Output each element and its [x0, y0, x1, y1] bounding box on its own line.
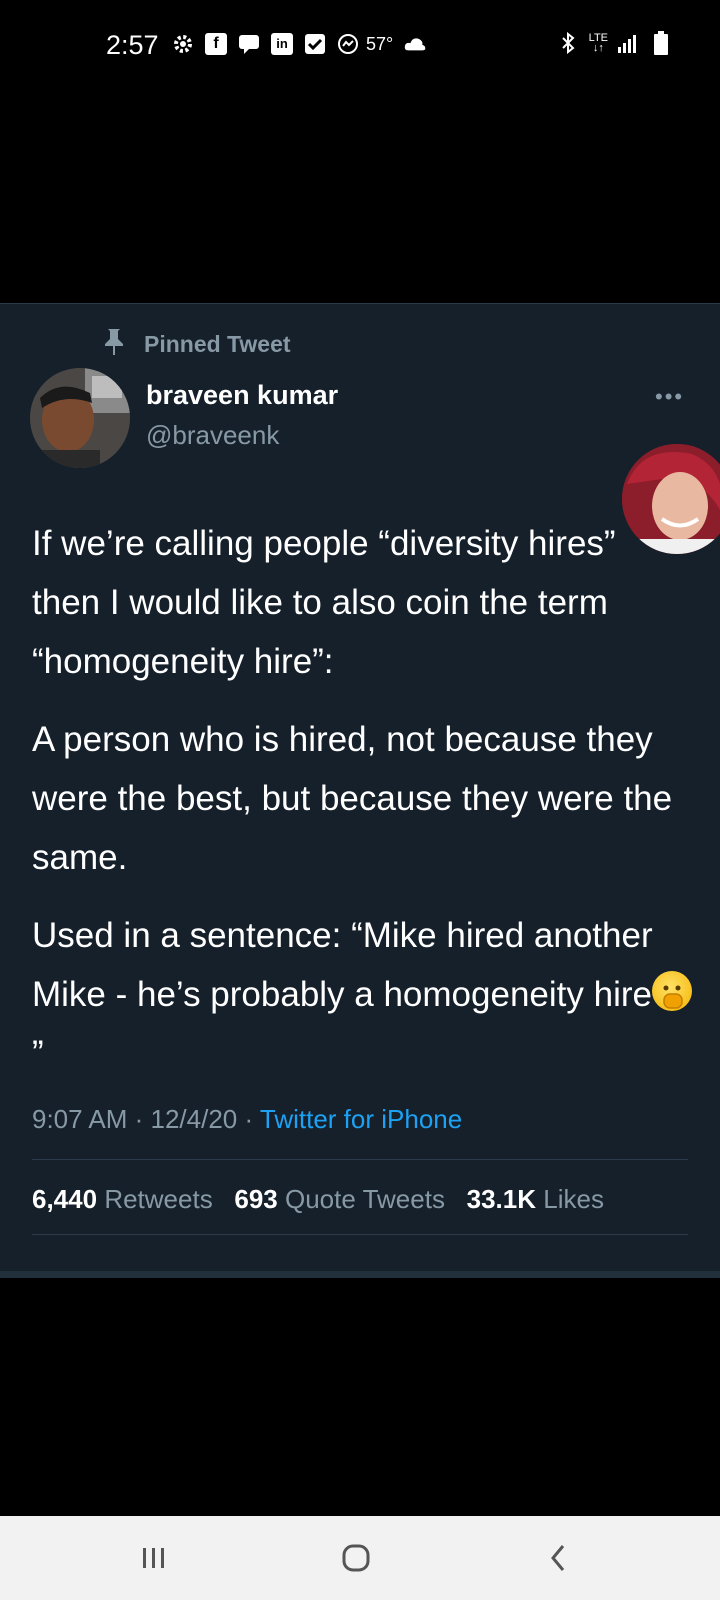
tweet-paragraph: A person who is hired, not because they … [32, 720, 673, 877]
more-options-icon[interactable]: ••• [655, 384, 695, 409]
checkbox-icon [304, 33, 326, 55]
signal-icon [618, 32, 640, 54]
temperature: 57° [366, 33, 394, 54]
action-bar-edge [0, 1271, 720, 1278]
tweet-card[interactable]: Pinned Tweet braveen kumar @braveenk •••… [0, 303, 720, 1278]
face-with-hand-over-mouth-emoji [651, 971, 692, 1011]
pin-icon [104, 328, 124, 361]
network-type: LTE ↓↑ [588, 32, 608, 54]
linkedin-icon: in [271, 33, 293, 55]
tweet-paragraph: If we’re calling people “diversity hires… [32, 524, 616, 681]
back-button[interactable] [538, 1538, 578, 1578]
messenger-chat-icon [238, 33, 260, 55]
tweet-meta: 9:07 AM · 12/4/20 · Twitter for iPhone [32, 1104, 462, 1135]
home-button[interactable] [336, 1538, 376, 1578]
recent-apps-button[interactable] [134, 1538, 174, 1578]
bluetooth-icon [557, 32, 579, 54]
engagement-stats: 6,440 Retweets 693 Quote Tweets 33.1K Li… [32, 1184, 604, 1215]
system-nav-bar [0, 1516, 720, 1600]
cloud-icon [404, 33, 426, 55]
notification-icons: f in 57° [172, 33, 426, 55]
pinned-indicator: Pinned Tweet [104, 328, 291, 361]
gear-icon [172, 33, 194, 55]
author-avatar[interactable] [30, 368, 130, 468]
likes-stat[interactable]: 33.1K Likes [467, 1184, 604, 1214]
messenger-icon [337, 33, 359, 55]
battery-icon [650, 31, 672, 55]
tweet-paragraph: Used in a sentence: “Mike hired another … [32, 906, 692, 1083]
divider [32, 1159, 688, 1160]
tweet-source-link[interactable]: Twitter for iPhone [260, 1104, 462, 1134]
retweets-stat[interactable]: 6,440 Retweets [32, 1184, 213, 1214]
author-name[interactable]: braveen kumar [146, 380, 338, 411]
author-handle[interactable]: @braveenk [146, 420, 279, 451]
quote-tweets-stat[interactable]: 693 Quote Tweets [234, 1184, 445, 1214]
status-bar: 2:57 f in 57° LTE ↓↑ [0, 0, 720, 92]
pinned-label: Pinned Tweet [144, 331, 291, 357]
tweet-body: If we’re calling people “diversity hires… [32, 514, 692, 1102]
divider [32, 1234, 688, 1235]
system-icons: LTE ↓↑ [557, 31, 672, 55]
tweet-timestamp: 9:07 AM · 12/4/20 · [32, 1104, 260, 1134]
facebook-icon: f [205, 33, 227, 55]
status-time: 2:57 [106, 30, 159, 60]
